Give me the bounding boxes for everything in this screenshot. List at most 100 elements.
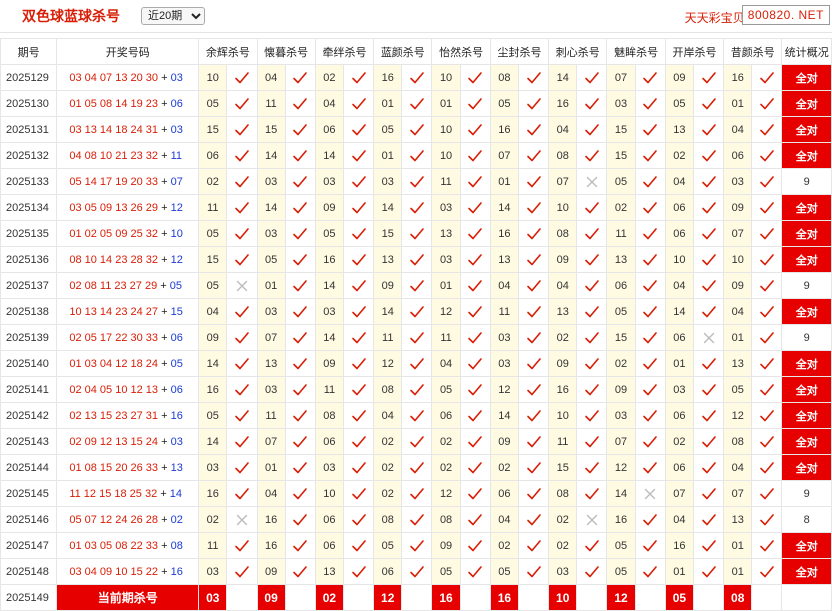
check-icon: [753, 513, 781, 527]
period-select[interactable]: 近20期: [141, 7, 205, 25]
result-mark-cell: [692, 64, 725, 91]
result-mark-cell: [459, 272, 491, 299]
check-icon: [344, 383, 372, 397]
red-balls: 02 05 17 22 30 33: [69, 331, 159, 344]
result-mark-cell: [342, 428, 375, 455]
kill-number-cell: 03: [314, 168, 344, 195]
check-icon: [461, 357, 489, 371]
red-balls: 02 04 05 10 12 13: [69, 383, 159, 396]
kill-number-cell: 15: [198, 246, 228, 273]
check-icon: [578, 253, 606, 267]
table-row: 2025139 02 05 17 22 30 33 + 06 09 07 14 11 11 0…: [0, 324, 832, 351]
kill-number-cell: 05: [606, 168, 636, 195]
result-mark-cell: [576, 324, 608, 351]
result-mark-cell: [459, 532, 491, 559]
kill-number-cell: 14: [373, 194, 403, 221]
check-icon: [636, 305, 664, 319]
summary-cell: 全对: [781, 350, 832, 377]
check-icon: [403, 201, 431, 215]
result-mark-cell: [517, 142, 550, 169]
summary-cell: 9: [781, 324, 832, 351]
summary-cell: 全对: [781, 194, 832, 221]
result-mark-cell: [692, 454, 725, 481]
result-mark-cell: [692, 376, 725, 403]
kill-number-cell: 04: [373, 402, 403, 429]
kill-number-cell: 01: [256, 454, 286, 481]
check-icon: [286, 175, 314, 189]
result-mark-cell: [751, 402, 783, 429]
kill-number-cell: 09: [548, 350, 578, 377]
blue-ball: 05: [170, 357, 183, 370]
kill-number-cell: 05: [198, 90, 228, 117]
draw-numbers-cell: 02 04 05 10 12 13 + 06: [56, 376, 200, 403]
kill-number-cell: 14: [489, 402, 519, 429]
check-icon: [461, 123, 489, 137]
result-mark-cell: [459, 90, 491, 117]
plus-sign: +: [158, 409, 171, 422]
kill-number-cell: 03: [256, 298, 286, 325]
draw-numbers-cell: 03 13 14 18 24 31 + 03: [56, 116, 200, 143]
blue-ball: 11: [170, 149, 182, 162]
period-cell: 2025134: [0, 194, 58, 221]
period-cell: 2025137: [0, 272, 58, 299]
kill-number-cell: 01: [489, 168, 519, 195]
result-mark-cell: [634, 272, 666, 299]
column-header: 昔颜杀号: [723, 38, 783, 65]
kill-number-cell: 10: [548, 402, 578, 429]
kill-number-cell: 07: [723, 480, 753, 507]
check-icon: [461, 253, 489, 267]
result-mark-cell: [634, 246, 666, 273]
check-icon: [344, 305, 372, 319]
summary-cell: 全对: [781, 142, 832, 169]
table-row: 2025132 04 08 10 21 23 32 + 11 06 14 14 01 10 0…: [0, 142, 832, 169]
red-balls: 01 08 15 20 26 33: [69, 461, 159, 474]
kill-number-cell: 16: [723, 64, 753, 91]
column-header: 开奖号码: [56, 38, 200, 65]
check-icon: [636, 227, 664, 241]
result-mark-cell: [226, 168, 258, 195]
result-mark-cell: [751, 298, 783, 325]
result-mark-cell: [226, 142, 258, 169]
check-icon: [694, 357, 722, 371]
check-icon: [286, 357, 314, 371]
check-icon: [228, 149, 256, 163]
check-icon: [519, 383, 547, 397]
kill-number-cell: 07: [489, 142, 519, 169]
check-icon: [519, 513, 547, 527]
check-icon: [344, 331, 372, 345]
kill-number-cell: 06: [489, 480, 519, 507]
site-domain[interactable]: 800820. NET: [741, 5, 830, 25]
result-mark-cell: [692, 90, 725, 117]
period-cell: 2025133: [0, 168, 58, 195]
column-header: 蓝颜杀号: [373, 38, 433, 65]
result-mark-cell: [634, 558, 666, 585]
result-mark-cell: [517, 376, 550, 403]
summary-cell: 全对: [781, 246, 832, 273]
kill-number-cell: 07: [664, 480, 694, 507]
result-mark-cell: [401, 558, 433, 585]
blue-ball: 12: [170, 201, 183, 214]
kill-number-cell: 06: [664, 402, 694, 429]
result-mark-cell: [634, 480, 666, 507]
kill-number-cell: 16: [256, 506, 286, 533]
result-mark-cell: [459, 402, 491, 429]
period-cell: 2025129: [0, 64, 58, 91]
check-icon: [461, 487, 489, 501]
check-icon: [578, 71, 606, 85]
plus-sign: +: [158, 539, 171, 552]
check-icon: [636, 539, 664, 553]
kill-number-cell: 16: [198, 376, 228, 403]
table-row: 2025136 08 10 14 23 28 32 + 12 15 05 16 13 03 1…: [0, 246, 832, 273]
kill-number-cell: 13: [723, 506, 753, 533]
page-title: 双色球蓝球杀号: [22, 8, 120, 24]
result-mark-cell: [517, 220, 550, 247]
result-mark-cell: [576, 64, 608, 91]
cross-icon: [636, 488, 664, 500]
check-icon: [578, 539, 606, 553]
kill-number-cell: 04: [198, 298, 228, 325]
check-icon: [636, 201, 664, 215]
result-mark-cell: [634, 298, 666, 325]
kill-number-cell: 12: [723, 402, 753, 429]
check-icon: [753, 565, 781, 579]
result-mark-cell: [226, 272, 258, 299]
